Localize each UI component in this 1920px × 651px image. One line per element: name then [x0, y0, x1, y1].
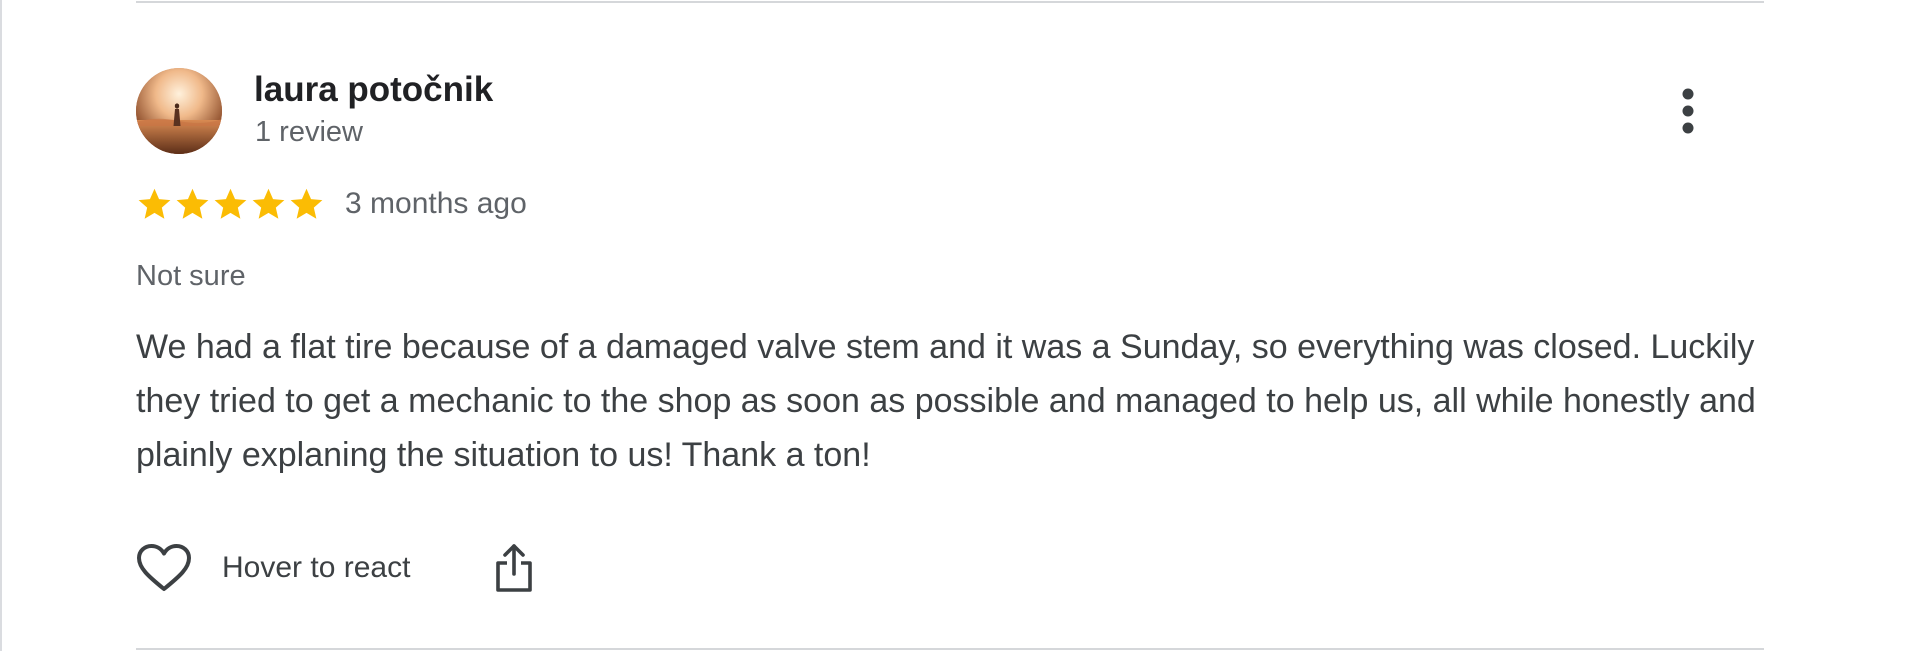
share-button[interactable] [494, 542, 534, 594]
avatar-image [136, 68, 222, 154]
review-date: 3 months ago [345, 187, 527, 220]
star-filled-icon [290, 188, 323, 219]
reviewer-avatar[interactable] [136, 68, 222, 154]
react-button[interactable]: Hover to react [136, 543, 410, 593]
star-filled-icon [176, 188, 209, 219]
top-divider [136, 1, 1764, 3]
star-filled-icon [252, 188, 285, 219]
review-subtitle: Not sure [136, 260, 246, 292]
reviewer-name[interactable]: laura potočnik [254, 68, 493, 112]
more-vertical-icon [1682, 88, 1694, 134]
react-label: Hover to react [222, 551, 411, 584]
review-actions: Hover to react [136, 540, 534, 596]
reviewer-review-count: 1 review [255, 116, 363, 148]
more-options-button[interactable] [1667, 84, 1709, 140]
bottom-divider [136, 648, 1764, 650]
review-text: We had a flat tire because of a damaged … [136, 328, 1756, 474]
star-filled-icon [214, 188, 247, 219]
star-filled-icon [138, 188, 171, 219]
heart-outline-icon [137, 544, 191, 591]
left-border [0, 0, 2, 651]
share-icon [496, 544, 533, 592]
star-rating [136, 186, 325, 223]
rating-row: 3 months ago [136, 184, 527, 224]
